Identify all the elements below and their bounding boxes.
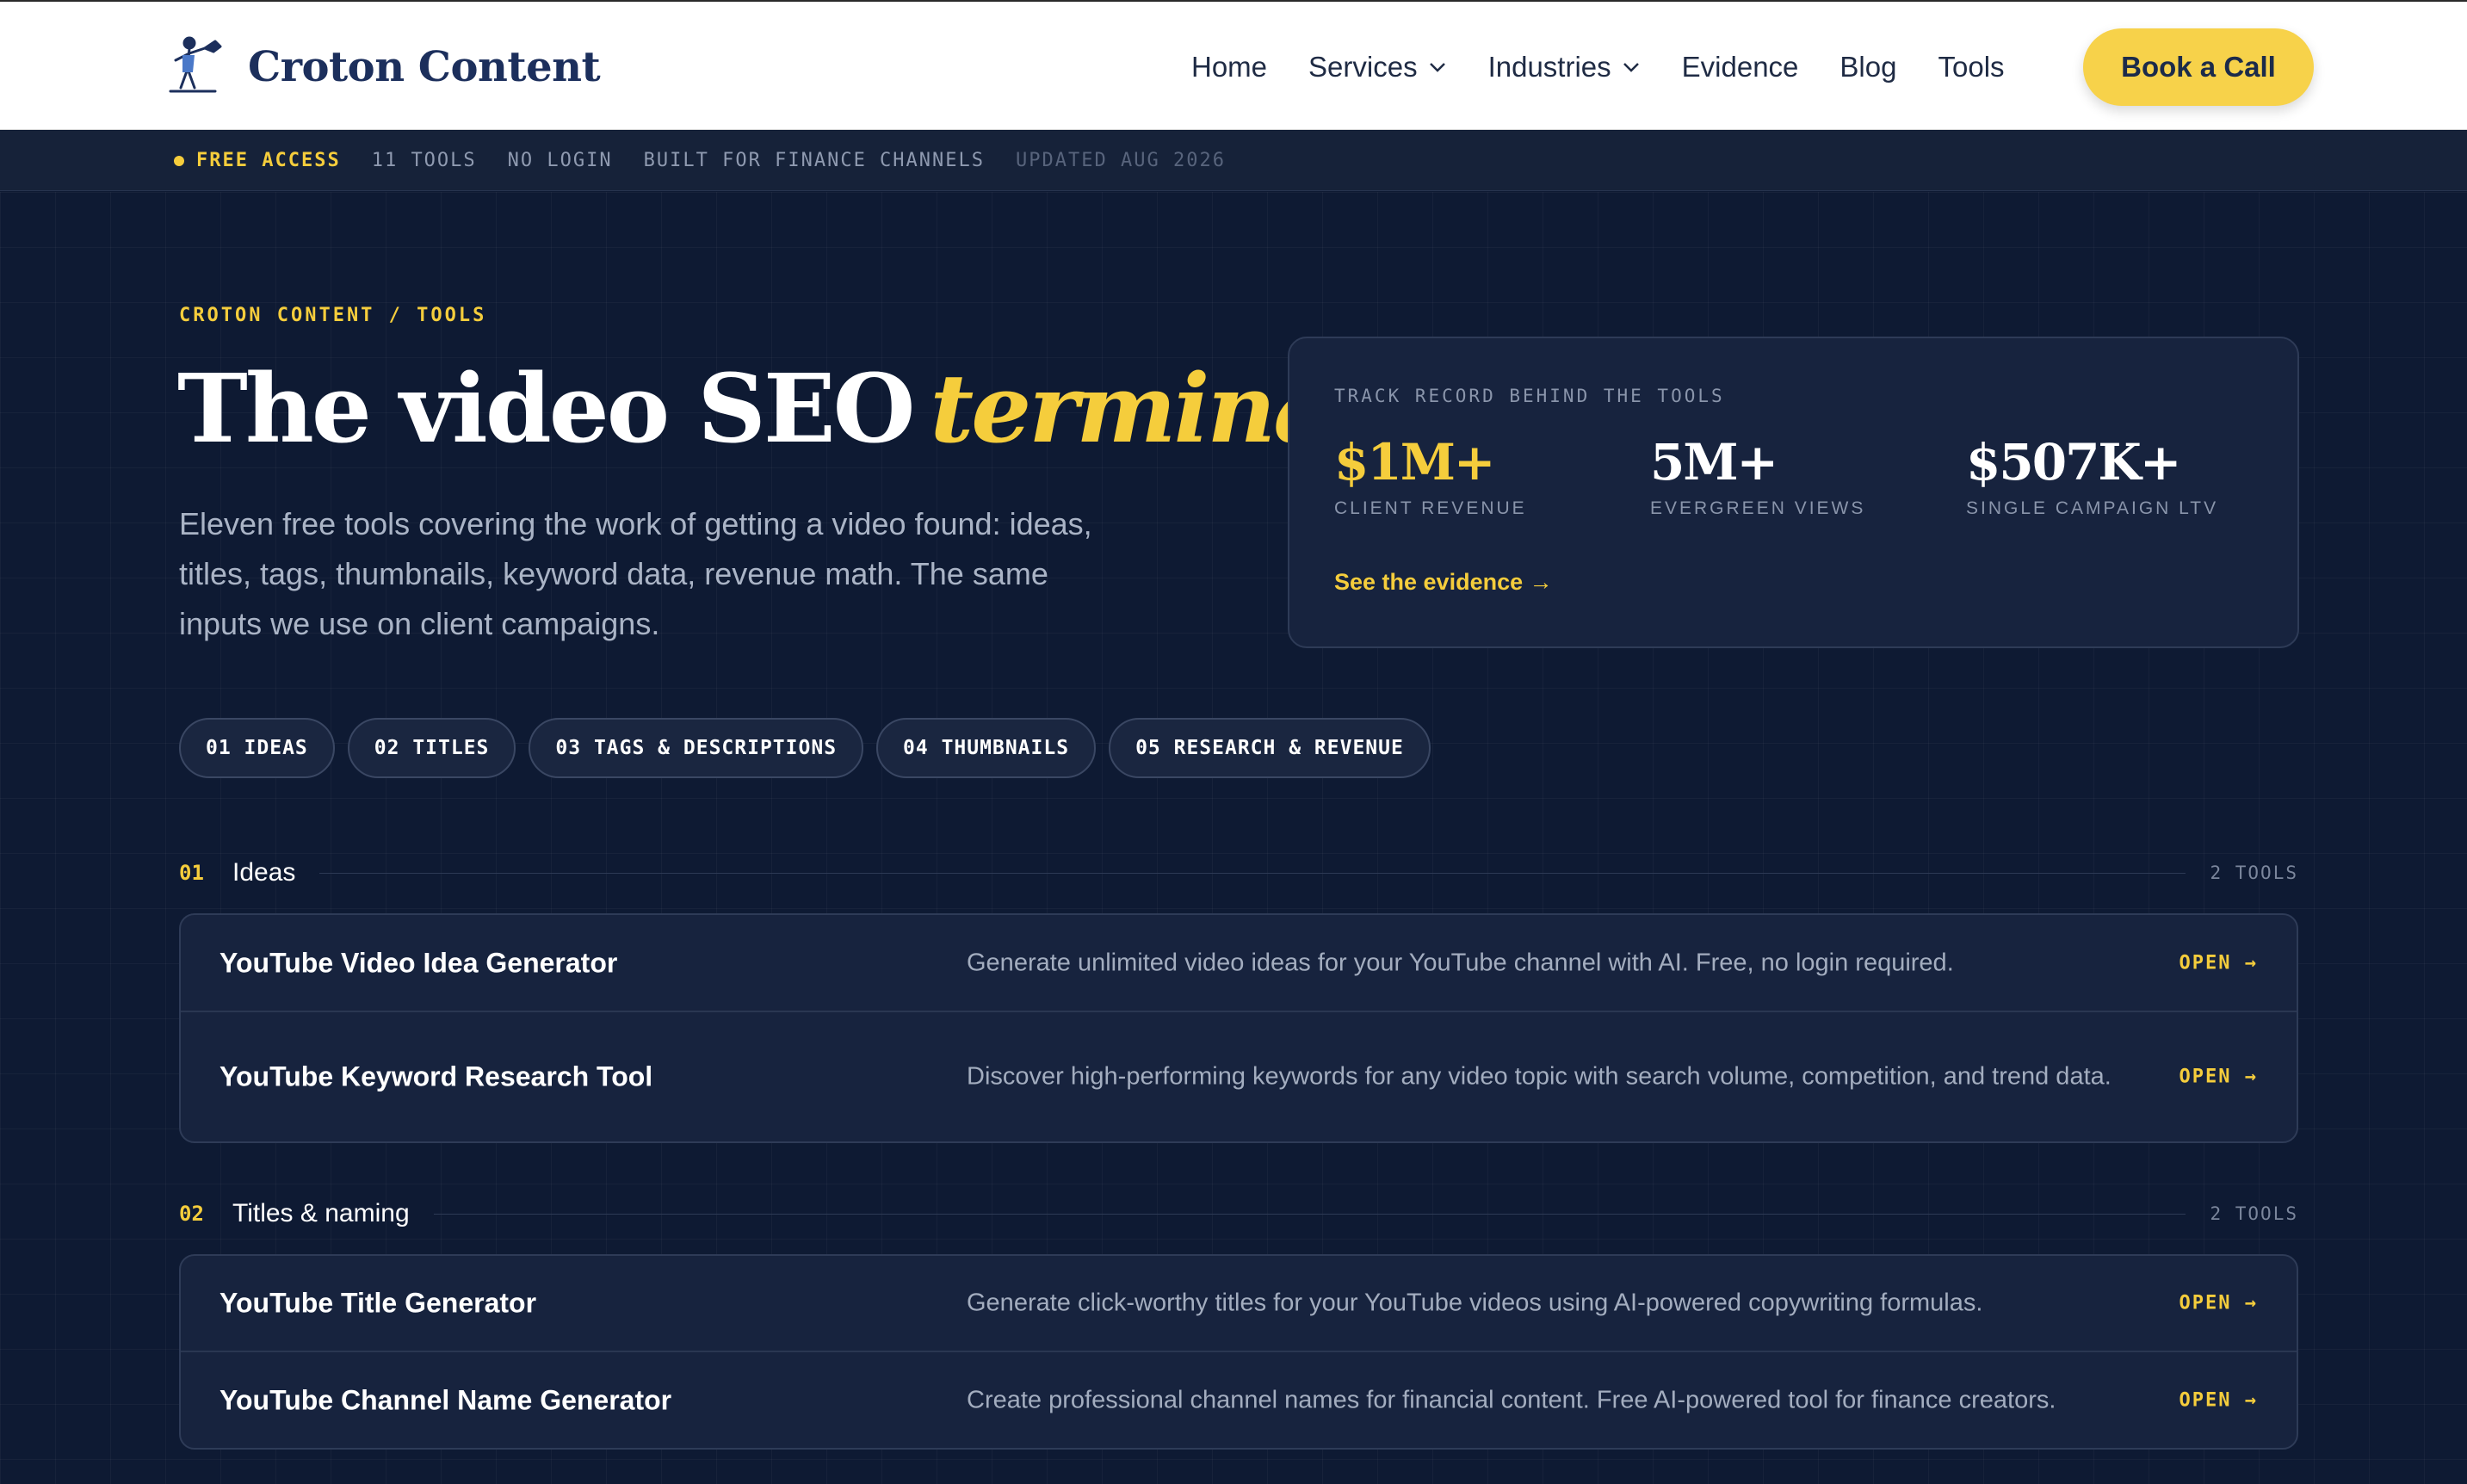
nav-industries-label: Industries: [1487, 50, 1611, 83]
top-navbar: Croton Content Home Services Industries …: [0, 0, 2467, 130]
nav-evidence[interactable]: Evidence: [1682, 51, 1799, 83]
nav-services[interactable]: Services: [1308, 51, 1447, 83]
tool-description: Discover high-performing keywords for an…: [967, 1062, 2111, 1091]
stat-value: $507K+: [1966, 433, 2181, 492]
open-tool-link[interactable]: OPEN →: [2179, 1067, 2258, 1088]
primary-nav: Home Services Industries Evidence Blog T…: [1191, 2, 2046, 132]
stat-label: SINGLE CAMPAIGN LTV: [1966, 498, 2219, 518]
tool-name: YouTube Keyword Research Tool: [219, 1060, 653, 1092]
category-pills: 01 IDEAS 02 TITLES 03 TAGS & DESCRIPTION…: [179, 718, 1444, 778]
page-title-main: The video SEO: [177, 353, 915, 464]
tool-row[interactable]: YouTube Video Idea Generator Generate un…: [181, 915, 2297, 1012]
section-divider: [319, 872, 2186, 874]
section-header-titles: 02 Titles & naming 2 TOOLS: [179, 1196, 2298, 1231]
nav-evidence-label: Evidence: [1681, 50, 1799, 83]
pill-titles[interactable]: 02 TITLES: [347, 718, 516, 778]
ticker-free-access: FREE ACCESS: [196, 150, 341, 171]
tool-name: YouTube Channel Name Generator: [219, 1384, 672, 1415]
section-title: Titles & naming: [232, 1199, 410, 1227]
stat-client-revenue: $1M+ CLIENT REVENUE: [1334, 433, 1527, 519]
section-number: 01: [179, 861, 204, 885]
stat-evergreen-views: 5M+ EVERGREEN VIEWS: [1650, 433, 1865, 519]
stat-label: EVERGREEN VIEWS: [1650, 498, 1866, 518]
tool-list-titles: YouTube Title Generator Generate click-w…: [179, 1254, 2298, 1450]
ticker-tool-count: 11 TOOLS: [371, 150, 477, 171]
section-tool-count: 2 TOOLS: [2210, 863, 2298, 883]
breadcrumb: CROTON CONTENT / TOOLS: [179, 305, 487, 326]
tool-row[interactable]: YouTube Keyword Research Tool Discover h…: [181, 1012, 2297, 1141]
bull-rider-logo-icon: [169, 36, 222, 93]
ticker-finance: BUILT FOR FINANCE CHANNELS: [643, 150, 986, 171]
pill-tags-descriptions[interactable]: 03 TAGS & DESCRIPTIONS: [529, 718, 864, 778]
stat-label: CLIENT REVENUE: [1334, 498, 1527, 518]
nav-tools[interactable]: Tools: [1938, 51, 2004, 83]
brand-name: Croton Content: [248, 43, 601, 91]
status-dot-icon: [174, 155, 184, 166]
tool-row[interactable]: YouTube Channel Name Generator Create pr…: [181, 1352, 2297, 1448]
see-evidence-link[interactable]: See the evidence →: [1334, 569, 1553, 596]
open-tool-link[interactable]: OPEN →: [2179, 1389, 2258, 1411]
section-divider: [433, 1213, 2186, 1215]
stat-value: $1M+: [1334, 433, 1496, 492]
nav-industries[interactable]: Industries: [1488, 51, 1641, 83]
tool-name: YouTube Title Generator: [219, 1287, 537, 1319]
tool-name: YouTube Video Idea Generator: [219, 947, 618, 978]
open-tool-link[interactable]: OPEN →: [2179, 952, 2258, 974]
nav-blog-label: Blog: [1839, 50, 1897, 83]
pill-thumbnails[interactable]: 04 THUMBNAILS: [876, 718, 1097, 778]
track-record-label: TRACK RECORD BEHIND THE TOOLS: [1334, 386, 1725, 406]
nav-home[interactable]: Home: [1191, 51, 1267, 83]
nav-home-label: Home: [1191, 50, 1268, 83]
nav-services-label: Services: [1308, 50, 1418, 83]
chevron-down-icon: [1429, 62, 1445, 72]
section-number: 02: [179, 1202, 204, 1226]
tool-list-ideas: YouTube Video Idea Generator Generate un…: [179, 913, 2298, 1143]
page-subtitle: Eleven free tools covering the work of g…: [179, 506, 1092, 641]
status-ticker: FREE ACCESS 11 TOOLS NO LOGIN BUILT FOR …: [0, 131, 2467, 191]
stat-value: 5M+: [1650, 433, 1778, 492]
nav-blog[interactable]: Blog: [1839, 51, 1896, 83]
ticker-no-login: NO LOGIN: [507, 150, 613, 171]
track-record-card: TRACK RECORD BEHIND THE TOOLS $1M+ CLIEN…: [1288, 337, 2299, 648]
book-a-call-button[interactable]: Book a Call: [2083, 28, 2314, 106]
tool-description: Generate click-worthy titles for your Yo…: [967, 1289, 1983, 1317]
nav-tools-label: Tools: [1938, 50, 2005, 83]
section-header-ideas: 01 Ideas 2 TOOLS: [179, 856, 2298, 890]
open-tool-link[interactable]: OPEN →: [2179, 1293, 2258, 1314]
section-title: Ideas: [232, 858, 296, 887]
tool-description: Create professional channel names for fi…: [967, 1386, 2056, 1413]
page-title: The video SEO terminal: [177, 353, 1368, 464]
pill-ideas[interactable]: 01 IDEAS: [179, 718, 335, 778]
section-tool-count: 2 TOOLS: [2210, 1203, 2298, 1224]
brand-logo[interactable]: Croton Content: [164, 34, 601, 100]
chevron-down-icon: [1623, 62, 1639, 72]
stat-campaign-ltv: $507K+ SINGLE CAMPAIGN LTV: [1966, 433, 2218, 519]
tool-description: Generate unlimited video ideas for your …: [967, 949, 1954, 976]
ticker-updated: UPDATED AUG 2026: [1016, 150, 1226, 171]
tool-row[interactable]: YouTube Title Generator Generate click-w…: [181, 1256, 2297, 1352]
pill-research-revenue[interactable]: 05 RESEARCH & REVENUE: [1109, 718, 1431, 778]
